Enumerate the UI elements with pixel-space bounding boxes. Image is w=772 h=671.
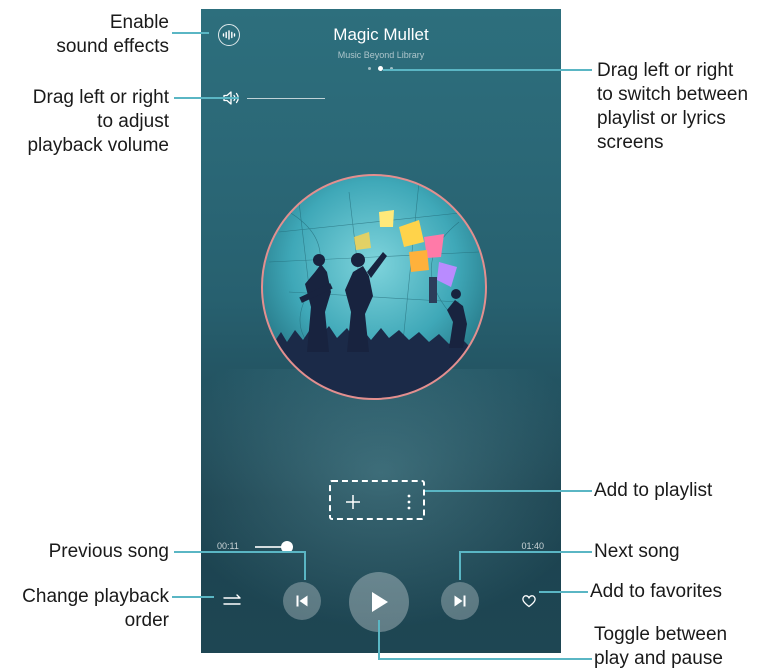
callout-line: order	[124, 610, 169, 631]
callout-line: Toggle between	[594, 624, 728, 645]
callout-line: play and pause	[594, 648, 723, 669]
callout-line: Next song	[594, 541, 680, 562]
callout-line: to switch between	[597, 84, 749, 105]
callout-line: Add to favorites	[590, 581, 723, 602]
callout-order: Change playback order	[22, 585, 169, 633]
callout-line: Change playback	[22, 586, 169, 607]
leader-next	[459, 551, 592, 580]
callout-line: playback volume	[27, 135, 169, 156]
callout-line: Drag left or right	[32, 87, 169, 108]
callout-next: Next song	[594, 540, 680, 564]
callout-line: sound effects	[56, 36, 169, 57]
callout-line: Add to playlist	[594, 480, 713, 501]
callout-line: screens	[597, 132, 664, 153]
leader-previous	[174, 551, 306, 580]
callout-line: Previous song	[48, 541, 169, 562]
callout-volume: Drag left or right to adjust playback vo…	[27, 86, 169, 158]
callout-play-pause: Toggle between play and pause	[594, 623, 727, 671]
callout-line: to adjust	[97, 111, 169, 132]
callout-previous: Previous song	[49, 540, 169, 564]
callout-line: playlist or lyrics	[597, 108, 726, 129]
leader-play-pause	[378, 620, 592, 660]
callout-add-playlist: Add to playlist	[594, 479, 712, 503]
callout-favorites: Add to favorites	[590, 580, 722, 604]
callout-switch-screens: Drag left or right to switch between pla…	[597, 59, 748, 155]
callout-sound-effects: Enable sound effects	[56, 11, 169, 59]
callout-line: Drag left or right	[597, 60, 734, 81]
callout-line: Enable	[109, 12, 169, 33]
